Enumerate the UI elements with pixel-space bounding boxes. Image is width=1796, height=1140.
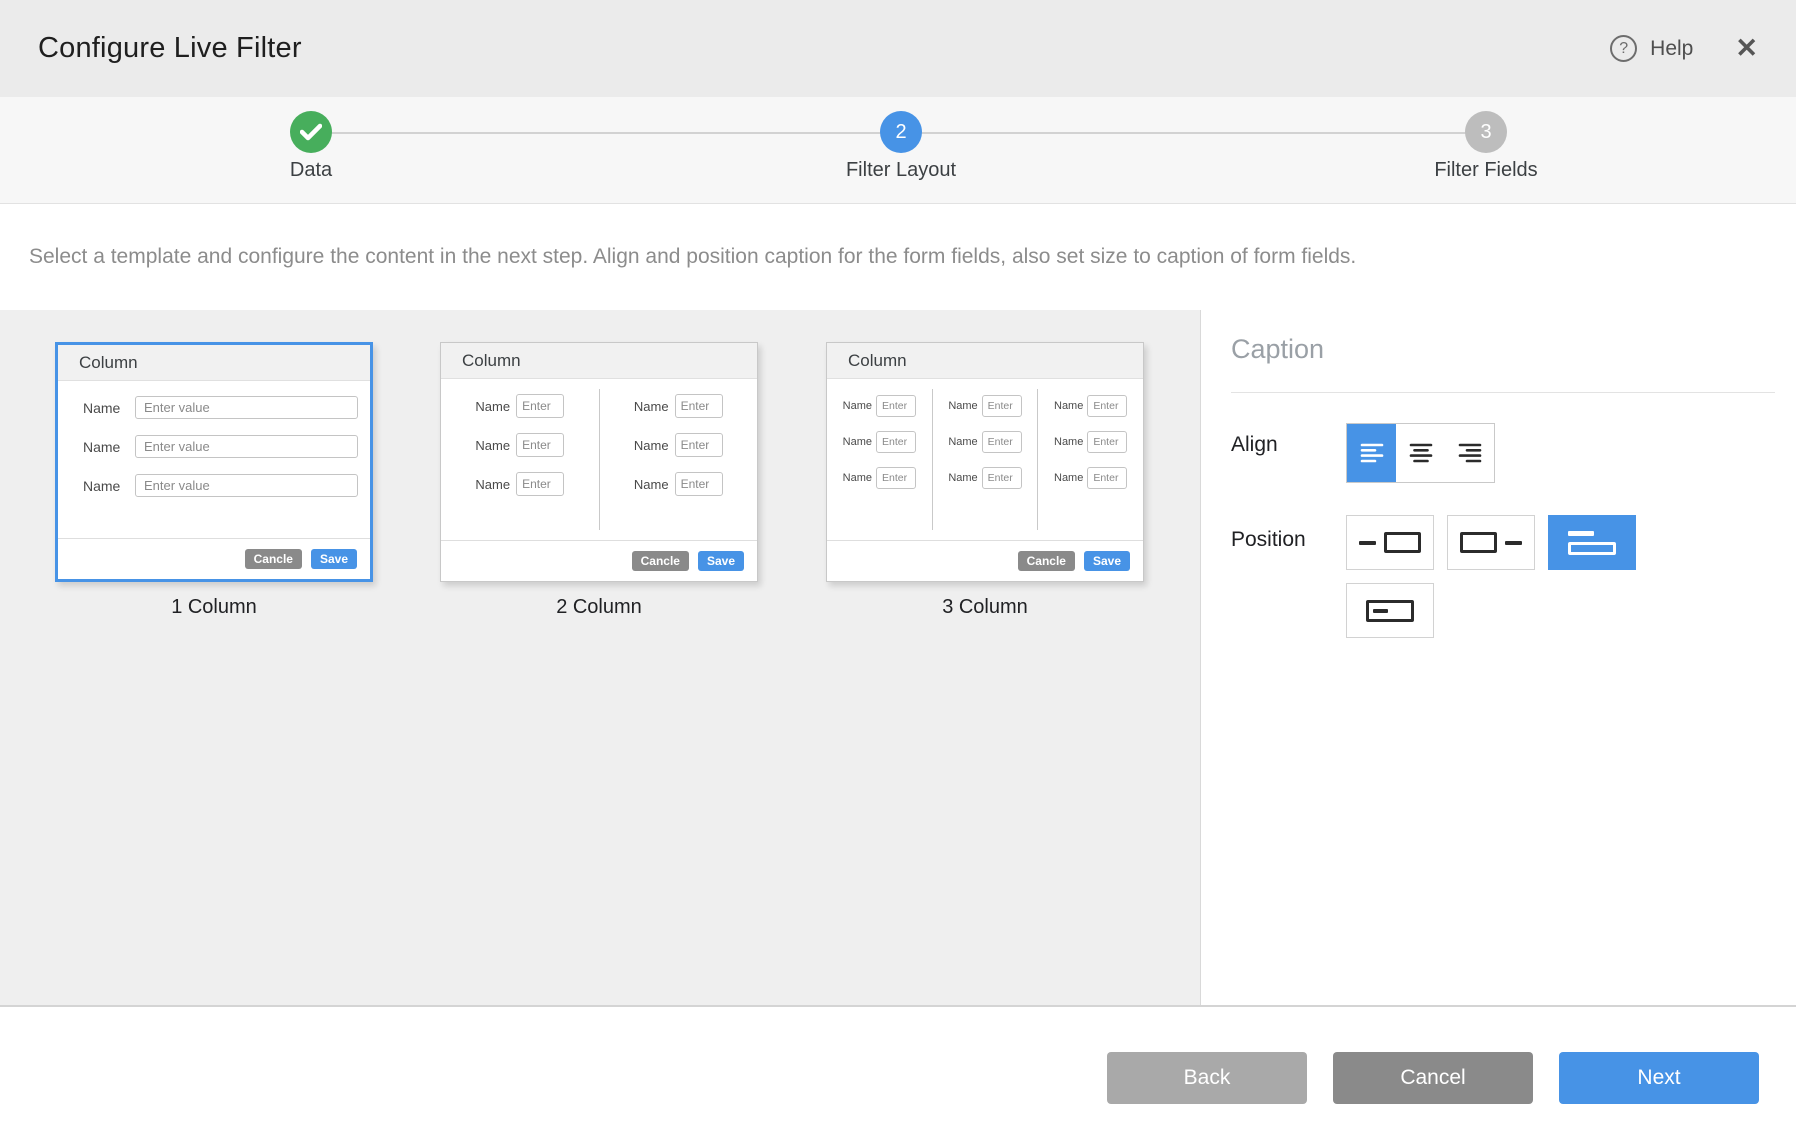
step-label-filter-layout: Filter Layout [791, 159, 1011, 182]
wizard-stepper: Data 2 Filter Layout 3 Filter Fields [0, 97, 1796, 204]
caption-above-field-icon [1568, 531, 1616, 555]
mini-save-button: Save [1084, 551, 1130, 571]
mini-input [876, 395, 916, 417]
position-caption-inside-button[interactable] [1346, 583, 1434, 638]
field-label: Name [83, 400, 135, 416]
template-card-label: 1 Column [55, 596, 373, 619]
mini-save-button: Save [311, 549, 357, 569]
field-label: Name [948, 472, 977, 484]
template-card-3-column[interactable]: Column Name Name Name Name Name [826, 342, 1144, 582]
mini-cancel-button: Cancle [245, 549, 302, 569]
mini-input [876, 431, 916, 453]
field-label: Name [1054, 436, 1083, 448]
align-left-button[interactable] [1347, 424, 1396, 482]
mini-card-title: Column [827, 343, 1143, 379]
page-title: Configure Live Filter [38, 32, 302, 65]
align-center-button[interactable] [1396, 424, 1445, 482]
field-label: Name [948, 436, 977, 448]
field-label: Name [843, 400, 872, 412]
field-label: Name [1054, 472, 1083, 484]
template-card-label: 2 Column [440, 596, 758, 619]
field-label: Name [843, 472, 872, 484]
template-card-1-column[interactable]: Column Name Name Name Cancle Save [55, 342, 373, 582]
position-button-group [1346, 515, 1656, 651]
field-label: Name [475, 438, 510, 453]
field-label: Name [634, 438, 669, 453]
main-area: Column Name Name Name Cancle Save 1 Colu… [0, 310, 1796, 1007]
help-icon: ? [1610, 35, 1637, 62]
template-card-2-column[interactable]: Column Name Name Name Name Name [440, 342, 758, 582]
back-button[interactable]: Back [1107, 1052, 1307, 1104]
mini-input [135, 435, 358, 458]
align-button-group [1346, 423, 1495, 483]
step-description: Select a template and configure the cont… [29, 245, 1356, 269]
mini-input [982, 467, 1022, 489]
position-caption-top-button[interactable] [1548, 515, 1636, 570]
step-circle-filter-fields[interactable]: 3 [1465, 111, 1507, 153]
help-button[interactable]: ? Help [1610, 35, 1693, 62]
step-circle-data[interactable] [290, 111, 332, 153]
mini-card-title: Column [441, 343, 757, 379]
mini-input [1087, 395, 1127, 417]
step-number: 3 [1480, 121, 1491, 144]
mini-input [982, 395, 1022, 417]
align-right-button[interactable] [1445, 424, 1494, 482]
caption-settings-panel: Caption Align [1200, 310, 1796, 1005]
cancel-button[interactable]: Cancel [1333, 1052, 1533, 1104]
mini-save-button: Save [698, 551, 744, 571]
field-label: Name [843, 436, 872, 448]
mini-cancel-button: Cancle [1018, 551, 1075, 571]
next-button[interactable]: Next [1559, 1052, 1759, 1104]
caption-right-of-field-icon [1460, 532, 1522, 553]
close-icon[interactable]: ✕ [1735, 35, 1758, 62]
mini-card-title: Column [58, 345, 370, 381]
position-caption-left-button[interactable] [1346, 515, 1434, 570]
step-number: 2 [895, 121, 906, 144]
mini-input [516, 433, 564, 457]
mini-input [1087, 467, 1127, 489]
position-caption-right-button[interactable] [1447, 515, 1535, 570]
field-label: Name [475, 477, 510, 492]
field-label: Name [634, 477, 669, 492]
mini-input [516, 394, 564, 418]
step-label-filter-fields: Filter Fields [1376, 159, 1596, 182]
align-left-icon [1360, 442, 1384, 464]
template-card-label: 3 Column [826, 596, 1144, 619]
align-right-icon [1458, 442, 1482, 464]
field-label: Name [634, 399, 669, 414]
align-label: Align [1231, 433, 1278, 457]
caption-left-of-field-icon [1359, 532, 1421, 553]
mini-input [675, 472, 723, 496]
field-label: Name [83, 439, 135, 455]
mini-cancel-button: Cancle [632, 551, 689, 571]
step-description-bar: Select a template and configure the cont… [0, 204, 1796, 310]
template-picker-panel: Column Name Name Name Cancle Save 1 Colu… [0, 310, 1200, 1005]
mini-input [675, 394, 723, 418]
caption-inside-field-icon [1366, 600, 1414, 622]
dialog-footer: Back Cancel Next [0, 1009, 1796, 1140]
field-label: Name [475, 399, 510, 414]
mini-input [135, 474, 358, 497]
step-label-data: Data [201, 159, 421, 182]
help-label: Help [1650, 37, 1693, 61]
check-icon [300, 123, 322, 141]
dialog-header: Configure Live Filter ? Help ✕ [0, 0, 1796, 97]
mini-input [135, 396, 358, 419]
section-divider [1231, 392, 1775, 393]
align-center-icon [1409, 442, 1433, 464]
field-label: Name [948, 400, 977, 412]
mini-input [675, 433, 723, 457]
field-label: Name [83, 478, 135, 494]
mini-input [1087, 431, 1127, 453]
mini-input [516, 472, 564, 496]
mini-input [982, 431, 1022, 453]
position-label: Position [1231, 528, 1306, 552]
caption-section-title: Caption [1231, 334, 1324, 365]
field-label: Name [1054, 400, 1083, 412]
step-circle-filter-layout[interactable]: 2 [880, 111, 922, 153]
mini-input [876, 467, 916, 489]
